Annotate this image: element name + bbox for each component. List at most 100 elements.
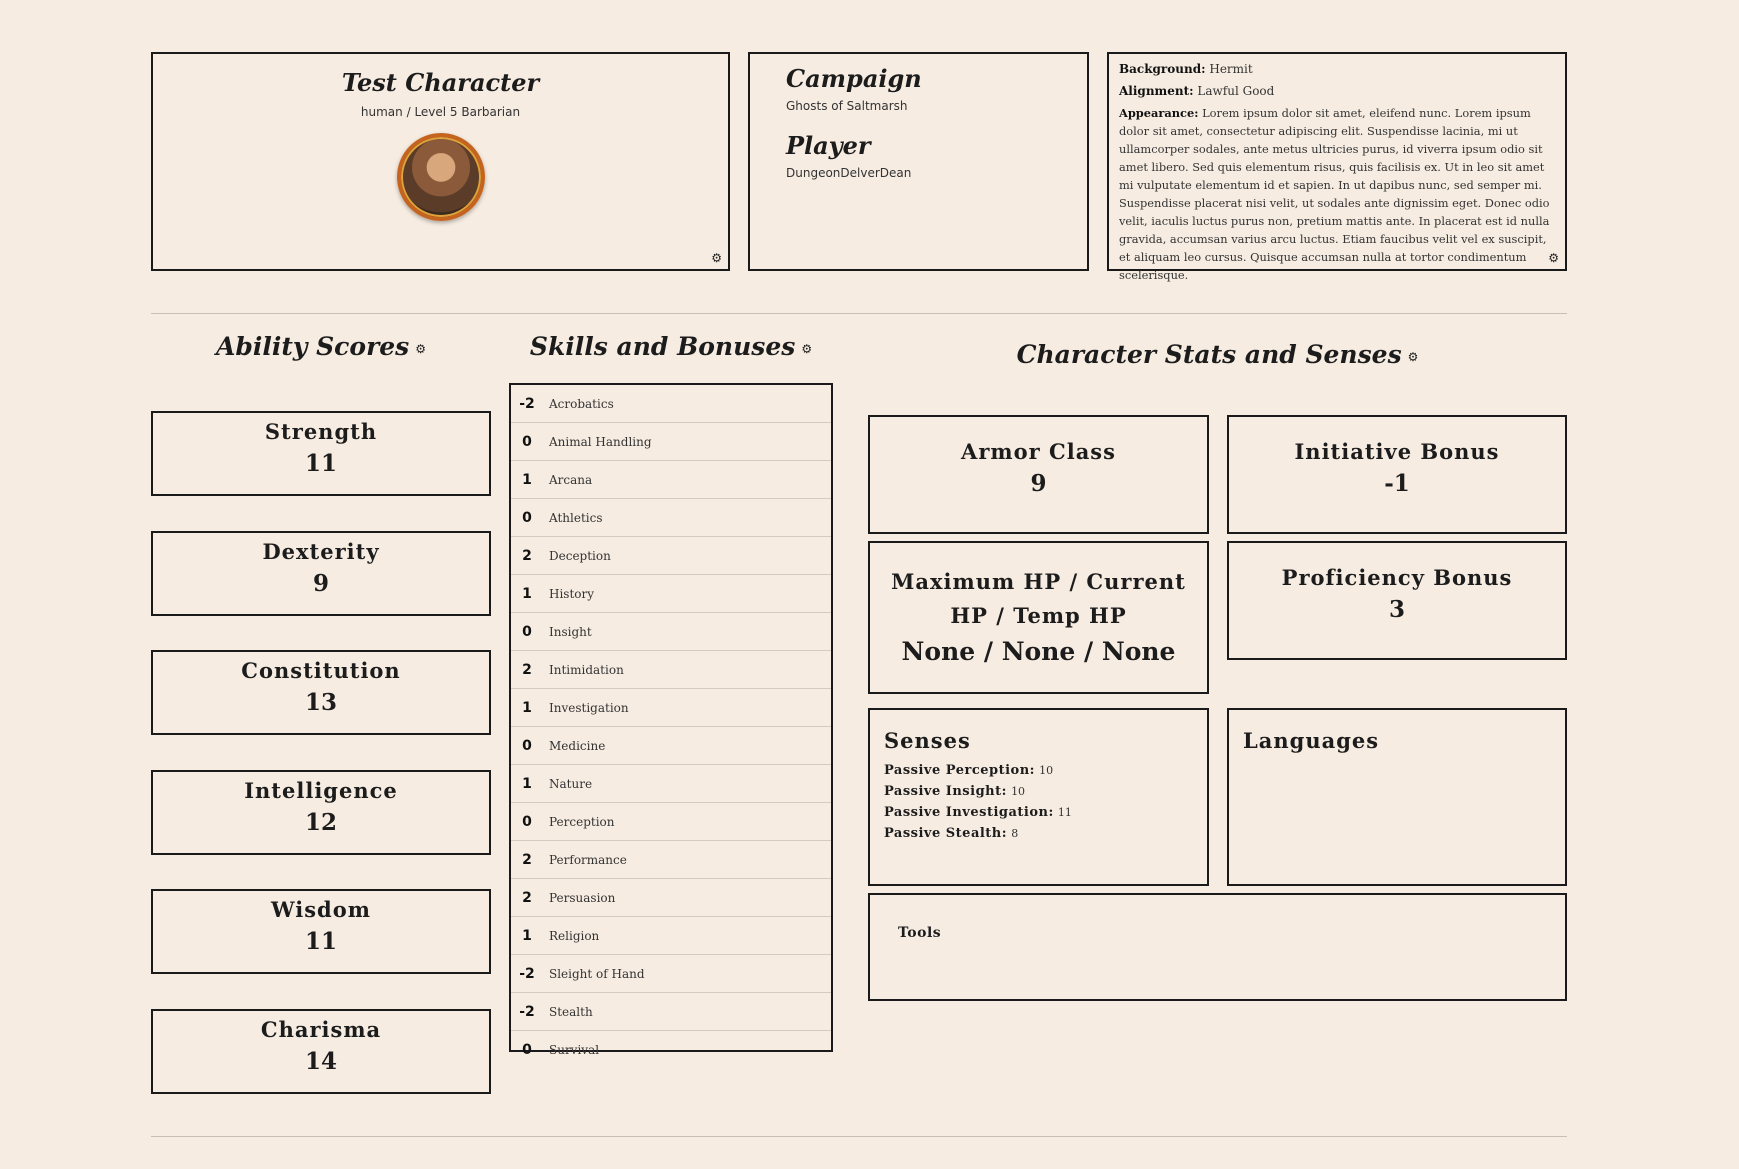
character-card: Test Character human / Level 5 Barbarian… <box>151 52 730 271</box>
ability-value: 14 <box>304 1048 337 1075</box>
ability-constitution[interactable]: Constitution 13 <box>151 650 491 735</box>
divider <box>151 313 1567 314</box>
background-line: Background: Hermit <box>1119 60 1557 78</box>
player-label: Player <box>786 131 871 160</box>
skill-name: Intimidation <box>549 662 624 677</box>
appearance-line: Appearance: Lorem ipsum dolor sit amet, … <box>1119 104 1557 284</box>
skill-modifier: 2 <box>522 889 532 906</box>
armor-class-card: Armor Class 9 <box>868 415 1209 534</box>
skill-persuasion[interactable]: 2 Persuasion <box>511 879 831 917</box>
skill-modifier: 1 <box>522 471 532 488</box>
sense-label: Passive Stealth: <box>884 826 1008 841</box>
initiative-card: Initiative Bonus -1 <box>1227 415 1567 534</box>
skills-list: -2 Acrobatics 0 Animal Handling 1 Arcana 0 A… <box>509 383 833 1058</box>
skill-performance[interactable]: 2 Performance <box>511 841 831 879</box>
skill-name: Nature <box>549 776 593 791</box>
skill-modifier: 2 <box>522 661 532 678</box>
ability-dexterity[interactable]: Dexterity 9 <box>151 531 491 616</box>
campaign-label: Campaign <box>786 64 922 93</box>
skill-arcana[interactable]: 1 Arcana <box>511 461 831 499</box>
skill-name: Perception <box>549 814 615 829</box>
skill-acrobatics[interactable]: -2 Acrobatics <box>511 385 831 423</box>
skill-name: History <box>549 586 595 601</box>
campaign-card: Campaign Ghosts of Saltmarsh Player Dung… <box>748 52 1089 271</box>
skill-religion[interactable]: 1 Religion <box>511 917 831 955</box>
background-value: Hermit <box>1209 62 1253 76</box>
skill-modifier: 2 <box>522 851 532 868</box>
armor-class-value: 9 <box>1030 470 1047 497</box>
character-name: Test Character <box>341 68 540 97</box>
skill-name: Arcana <box>549 472 593 487</box>
skill-deception[interactable]: 2 Deception <box>511 537 831 575</box>
initiative-label: Initiative Bonus <box>1294 439 1500 464</box>
skill-modifier: 0 <box>522 1041 532 1058</box>
hp-value: None / None / None <box>901 637 1176 666</box>
player-value: DungeonDelverDean <box>786 166 912 180</box>
skill-nature[interactable]: 1 Nature <box>511 765 831 803</box>
skill-name: Animal Handling <box>549 434 652 449</box>
skill-history[interactable]: 1 History <box>511 575 831 613</box>
divider <box>151 1136 1567 1137</box>
skill-sleight-of-hand[interactable]: -2 Sleight of Hand <box>511 955 831 993</box>
campaign-value: Ghosts of Saltmarsh <box>786 99 908 113</box>
gear-icon[interactable]: ⚙ <box>801 342 812 356</box>
skill-survival[interactable]: 0 Survival <box>511 1031 831 1068</box>
gear-icon[interactable]: ⚙ <box>711 252 722 264</box>
sense-label: Passive Investigation: <box>884 805 1054 820</box>
sense-item: Passive Investigation: 11 <box>884 805 1193 820</box>
gear-icon[interactable]: ⚙ <box>415 342 426 356</box>
stats-title: Character Stats and Senses ⚙ <box>868 340 1567 369</box>
skill-name: Insight <box>549 624 592 639</box>
sense-value: 10 <box>1039 764 1054 777</box>
skill-modifier: -2 <box>519 395 535 412</box>
proficiency-card: Proficiency Bonus 3 <box>1227 541 1567 660</box>
skill-perception[interactable]: 0 Perception <box>511 803 831 841</box>
skill-modifier: 0 <box>522 623 532 640</box>
proficiency-label: Proficiency Bonus <box>1281 565 1513 590</box>
ability-name: Strength <box>264 419 378 444</box>
senses-title: Senses <box>884 728 971 753</box>
skill-animal-handling[interactable]: 0 Animal Handling <box>511 423 831 461</box>
sense-label: Passive Perception: <box>884 763 1035 778</box>
ability-intelligence[interactable]: Intelligence 12 <box>151 770 491 855</box>
ability-value: 11 <box>304 450 337 477</box>
sense-value: 10 <box>1011 785 1026 798</box>
skill-modifier: 0 <box>522 433 532 450</box>
ability-value: 11 <box>304 928 337 955</box>
skill-intimidation[interactable]: 2 Intimidation <box>511 651 831 689</box>
skill-modifier: 0 <box>522 813 532 830</box>
ability-name: Intelligence <box>244 778 398 803</box>
ability-value: 13 <box>304 689 337 716</box>
languages-card: Languages <box>1227 708 1567 886</box>
stats-title-text: Character Stats and Senses <box>1016 340 1402 369</box>
initiative-value: -1 <box>1384 470 1410 497</box>
skill-name: Sleight of Hand <box>549 966 645 981</box>
skill-modifier: 2 <box>522 547 532 564</box>
skill-medicine[interactable]: 0 Medicine <box>511 727 831 765</box>
skill-modifier: 1 <box>522 699 532 716</box>
skill-modifier: 0 <box>522 509 532 526</box>
sense-label: Passive Insight: <box>884 784 1007 799</box>
ability-value: 12 <box>304 809 337 836</box>
ability-scores-title-text: Ability Scores <box>215 332 410 361</box>
gear-icon[interactable]: ⚙ <box>1548 252 1559 264</box>
appearance-value: Lorem ipsum dolor sit amet, eleifend nun… <box>1119 106 1550 282</box>
ability-value: 9 <box>312 570 329 597</box>
skill-name: Religion <box>549 928 600 943</box>
skill-insight[interactable]: 0 Insight <box>511 613 831 651</box>
skill-name: Medicine <box>549 738 606 753</box>
skill-stealth[interactable]: -2 Stealth <box>511 993 831 1031</box>
gear-icon[interactable]: ⚙ <box>1408 350 1419 364</box>
ability-charisma[interactable]: Charisma 14 <box>151 1009 491 1094</box>
ability-name: Constitution <box>241 658 401 683</box>
alignment-label: Alignment: <box>1119 84 1194 98</box>
skill-modifier: 1 <box>522 585 532 602</box>
skill-modifier: -2 <box>519 1003 535 1020</box>
skill-investigation[interactable]: 1 Investigation <box>511 689 831 727</box>
skill-athletics[interactable]: 0 Athletics <box>511 499 831 537</box>
skill-name: Investigation <box>549 700 629 715</box>
skill-modifier: 0 <box>522 737 532 754</box>
ability-strength[interactable]: Strength 11 <box>151 411 491 496</box>
ability-name: Charisma <box>260 1017 382 1042</box>
ability-wisdom[interactable]: Wisdom 11 <box>151 889 491 974</box>
